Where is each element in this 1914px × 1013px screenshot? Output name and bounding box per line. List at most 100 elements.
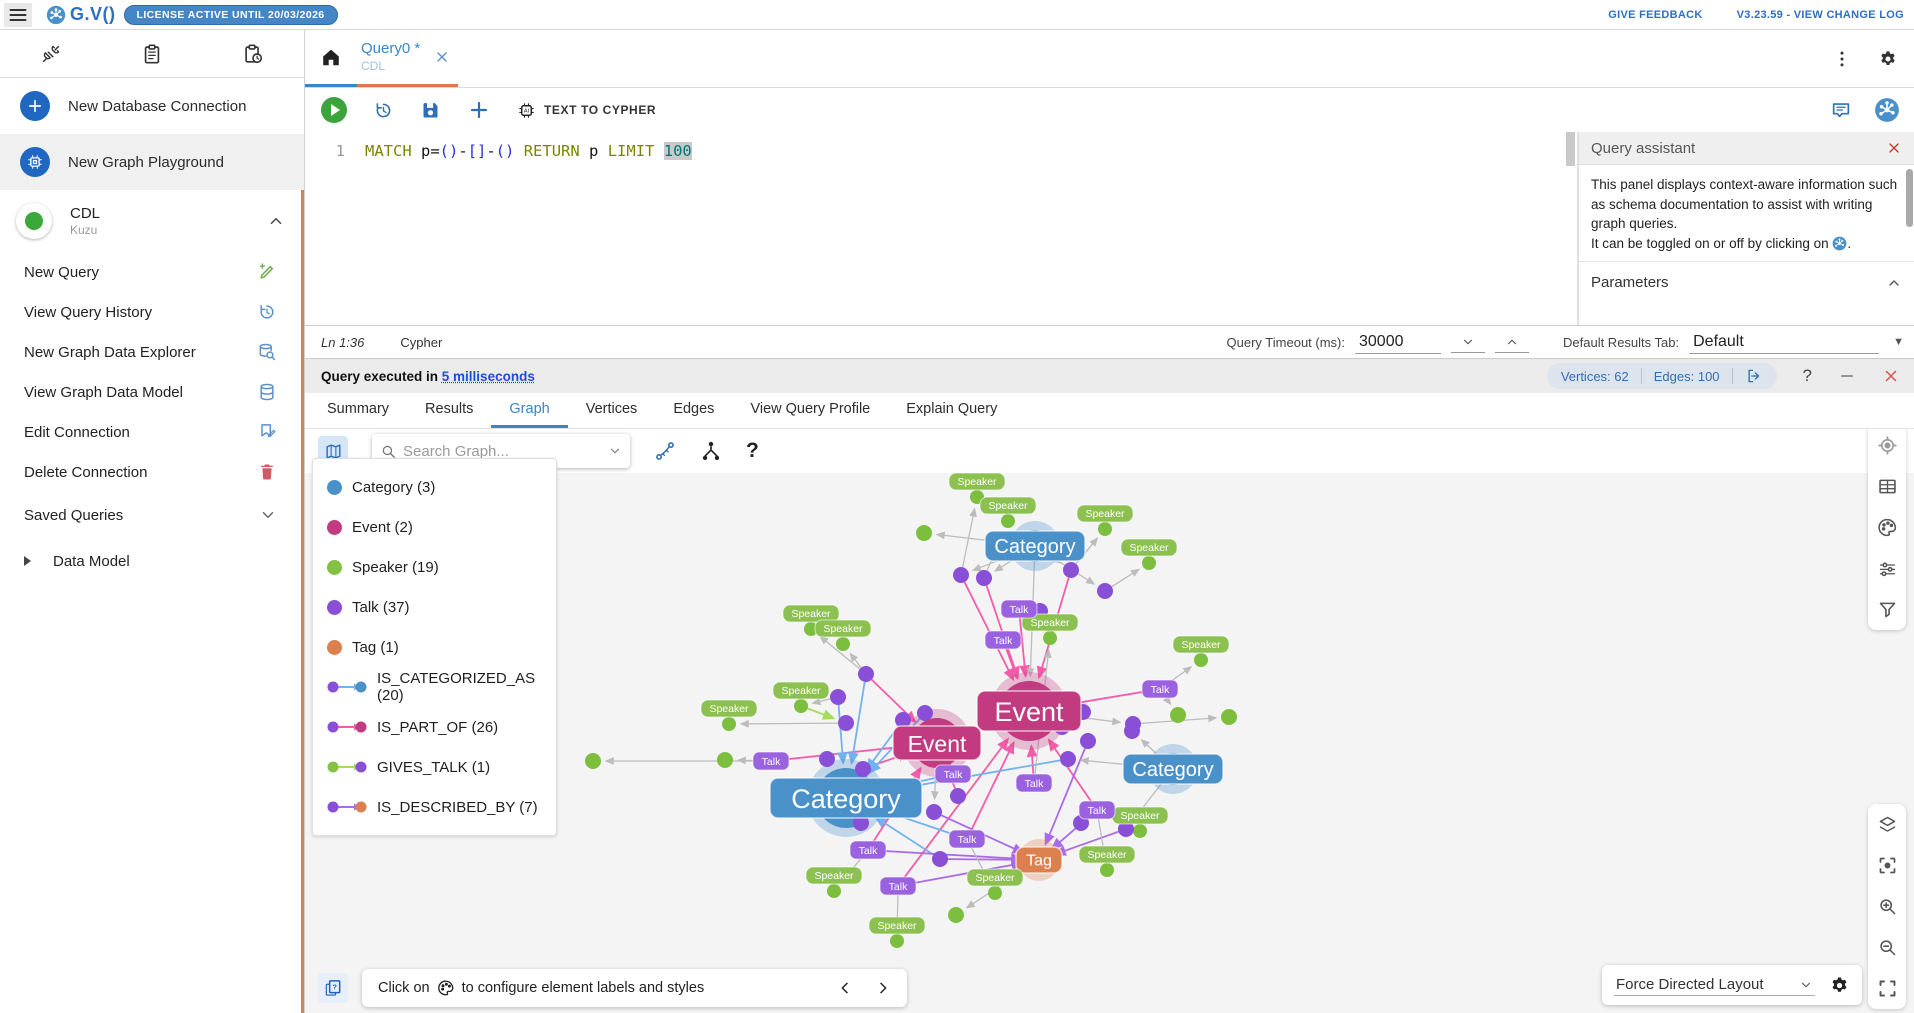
graph-node-talk[interactable] [926, 804, 942, 820]
code-editor[interactable]: 1 MATCH p=()-[]-() RETURN p LIMIT 100 [305, 132, 1578, 325]
layers-icon[interactable] [1877, 814, 1898, 835]
graph-node-label[interactable]: Speaker [1077, 505, 1133, 522]
graph-node-label[interactable]: Talk [753, 752, 789, 770]
graph-node-label[interactable]: Category [770, 778, 922, 818]
graph-node-label[interactable]: Talk [949, 830, 985, 848]
graph-node-label[interactable]: Talk [1001, 600, 1037, 618]
tab-edges[interactable]: Edges [655, 393, 732, 428]
tutorial-hint-button[interactable]: ? [318, 973, 348, 1003]
graph-edge[interactable] [813, 699, 831, 703]
home-tab[interactable] [305, 30, 357, 87]
trash-icon[interactable] [257, 462, 277, 482]
hint-prev-icon[interactable] [837, 980, 853, 996]
graph-node-speaker[interactable] [717, 752, 733, 768]
graph-node-speaker[interactable] [988, 886, 1002, 900]
graph-edge[interactable] [741, 723, 838, 724]
graph-node-speaker[interactable] [916, 525, 932, 541]
legend-item-node[interactable]: Event (2) [313, 507, 556, 547]
graph-node-talk[interactable] [830, 689, 846, 705]
graph-node-talk[interactable] [917, 705, 933, 721]
graph-edge[interactable] [1112, 569, 1139, 586]
graph-node-label[interactable]: Event [977, 691, 1081, 731]
graph-node-speaker[interactable] [1133, 824, 1147, 838]
graph-node-label[interactable]: Talk [1079, 801, 1115, 819]
query-history-icon[interactable] [373, 100, 394, 121]
history-icon[interactable] [257, 302, 277, 322]
layout-settings-gear-icon[interactable] [1829, 975, 1850, 996]
timeout-increment-button[interactable] [1495, 331, 1529, 353]
graph-node-speaker[interactable] [722, 717, 736, 731]
graph-edge[interactable] [1031, 746, 1033, 775]
sidebar-item-new-graph-data-explorer[interactable]: New Graph Data Explorer [0, 332, 301, 372]
graph-node-speaker[interactable] [836, 637, 850, 651]
tab-graph[interactable]: Graph [491, 393, 567, 428]
close-tab-icon[interactable] [434, 49, 450, 65]
graph-node-talk[interactable] [858, 666, 874, 682]
query-timeout-input[interactable] [1355, 331, 1441, 354]
tab-view-query-profile[interactable]: View Query Profile [732, 393, 888, 428]
graph-node-label[interactable]: Speaker [701, 700, 757, 717]
graph-node-talk[interactable] [1124, 723, 1140, 739]
graph-node-talk[interactable] [1063, 562, 1079, 578]
settings-gear-icon[interactable] [1878, 49, 1898, 69]
run-query-button[interactable] [321, 97, 347, 123]
legend-item-node[interactable]: Category (3) [313, 467, 556, 507]
graph-edge[interactable] [1049, 740, 1093, 804]
timeout-decrement-button[interactable] [1451, 331, 1485, 353]
graph-node-talk[interactable] [976, 570, 992, 586]
sidebar-item-new-query[interactable]: New Query [0, 252, 301, 292]
save-query-icon[interactable] [420, 100, 441, 121]
graph-node-label[interactable]: Talk [935, 765, 971, 783]
search-dropdown-icon[interactable] [608, 444, 622, 458]
graph-node-label[interactable]: Tag [1016, 847, 1062, 873]
graph-node-speaker[interactable] [827, 884, 841, 898]
close-results-icon[interactable] [1882, 367, 1900, 385]
graph-node-label[interactable]: Speaker [967, 869, 1023, 886]
graph-node-speaker[interactable] [890, 934, 904, 948]
graph-node-label[interactable]: Speaker [1079, 846, 1135, 863]
legend-item-edge[interactable]: GIVES_TALK (1) [313, 747, 556, 787]
graph-node-label[interactable]: Talk [850, 841, 886, 859]
help-icon[interactable]: ? [1803, 366, 1812, 386]
graph-node-talk[interactable] [855, 761, 871, 777]
graph-edge[interactable] [808, 709, 834, 719]
minimize-icon[interactable] [1838, 367, 1856, 385]
legend-item-node[interactable]: Speaker (19) [313, 547, 556, 587]
data-model-row[interactable]: Data Model [0, 538, 301, 584]
graph-node-speaker[interactable] [794, 699, 808, 713]
connections-plug-icon[interactable] [40, 43, 62, 65]
sidebar-item-view-graph-data-model[interactable]: View Graph Data Model [0, 372, 301, 412]
graph-node-speaker[interactable] [1001, 514, 1015, 528]
graph-node-talk[interactable] [932, 851, 948, 867]
graph-node-label[interactable]: Speaker [1173, 636, 1229, 653]
sidebar-item-edit-connection[interactable]: Edit Connection [0, 412, 301, 452]
graph-node-talk[interactable] [1097, 583, 1113, 599]
legend-item-edge[interactable]: IS_DESCRIBED_BY (7) [313, 787, 556, 827]
queries-clipboard-icon[interactable] [141, 43, 163, 65]
graph-node-speaker[interactable] [585, 753, 601, 769]
graph-node-label[interactable]: Talk [985, 631, 1021, 649]
hierarchy-tool-icon[interactable] [700, 440, 722, 462]
hamburger-menu-icon[interactable] [4, 3, 32, 27]
code-line[interactable]: MATCH p=()-[]-() RETURN p LIMIT 100 [365, 140, 692, 162]
db-search-icon[interactable] [257, 342, 277, 362]
editor-scrollbar[interactable] [1566, 132, 1575, 166]
assistant-scrollbar[interactable] [1906, 169, 1913, 227]
comment-feedback-icon[interactable] [1830, 99, 1852, 121]
sidebar-item-delete-connection[interactable]: Delete Connection [0, 452, 301, 492]
collapse-chevron-icon[interactable] [1886, 275, 1902, 291]
new-graph-playground-button[interactable]: New Graph Playground [0, 134, 304, 190]
graph-node-label[interactable]: Category [1123, 754, 1223, 784]
graph-node-speaker[interactable] [1170, 707, 1186, 723]
assistant-close-icon[interactable] [1886, 140, 1902, 156]
graph-node-label[interactable]: Category [985, 531, 1085, 561]
connection-row-cdl[interactable]: CDL Kuzu [0, 190, 301, 252]
graph-canvas[interactable]: CategoryEventEventCategoryCategoryTagSpe… [305, 429, 1914, 1013]
graph-node-label[interactable]: Talk [880, 877, 916, 895]
layout-select[interactable]: Force Directed Layout [1614, 974, 1815, 996]
graph-node-label[interactable]: Speaker [949, 473, 1005, 490]
graph-node-talk[interactable] [950, 788, 966, 804]
graph-node-label[interactable]: Event [893, 726, 981, 760]
sidebar-item-view-query-history[interactable]: View Query History [0, 292, 301, 332]
text-to-cypher-button[interactable]: AI TEXT TO CYPHER [517, 101, 656, 120]
